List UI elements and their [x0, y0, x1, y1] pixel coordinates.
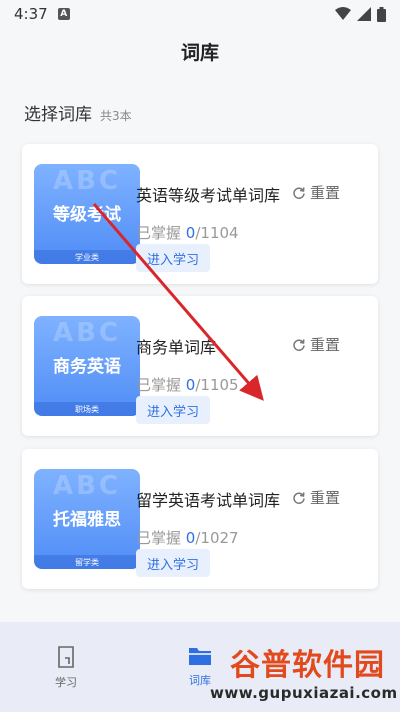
refresh-icon: [293, 491, 305, 504]
progress-value: 0: [185, 529, 196, 547]
progress-total: /1104: [195, 224, 239, 242]
cover-name: 托福雅思: [53, 510, 121, 530]
watermark-logo: 谷普软件园: [230, 648, 385, 683]
tab-learn-label: 学习: [55, 676, 77, 689]
battery-icon: [377, 6, 386, 22]
cover-abc-text: ABC: [52, 318, 122, 348]
cover-category: 职场类: [34, 402, 140, 416]
progress-text: 已掌握 0/1105: [136, 374, 239, 395]
page-title: 词库: [180, 42, 219, 64]
cover-name: 商务英语: [53, 357, 121, 377]
cover-category: 学业类: [34, 250, 140, 264]
progress-label: 已掌握: [136, 224, 182, 242]
reset-label: 重置: [309, 489, 340, 507]
signal-icon: [357, 7, 371, 21]
reset-button[interactable]: 重置: [292, 182, 340, 203]
book-cover: ABC 等级考试 学业类: [34, 164, 140, 264]
reset-label: 重置: [309, 336, 340, 354]
refresh-icon: [293, 186, 305, 199]
progress-value: 0: [185, 376, 196, 394]
progress-label: 已掌握: [136, 529, 182, 547]
notification-icon: A: [57, 8, 70, 20]
study-button[interactable]: 进入学习: [136, 396, 210, 424]
status-time: 4:37: [14, 5, 48, 23]
section-count: 共3本: [100, 109, 132, 123]
book-title: 商务单词库: [136, 338, 217, 357]
progress-total: /1027: [195, 529, 239, 547]
cover-abc-text: ABC: [52, 166, 122, 196]
tab-library-label: 词库: [189, 674, 211, 687]
reset-label: 重置: [309, 184, 340, 202]
study-button[interactable]: 进入学习: [136, 244, 210, 272]
book-title: 英语等级考试单词库: [136, 186, 281, 205]
progress-text: 已掌握 0/1027: [136, 527, 239, 548]
cover-abc-text: ABC: [52, 471, 122, 501]
watermark: 谷普软件园 www.gupuxiazai.com: [210, 640, 398, 708]
watermark-url: www.gupuxiazai.com: [210, 684, 398, 702]
study-button[interactable]: 进入学习: [136, 549, 210, 577]
tab-learn[interactable]: 学习: [36, 646, 96, 690]
doc-icon: [58, 646, 74, 668]
cover-category: 留学类: [34, 555, 140, 569]
folder-icon: [189, 648, 211, 665]
book-card[interactable]: ABC 商务英语 职场类 商务单词库 重置 已掌握 0/1105 进入学习: [22, 296, 378, 436]
wifi-icon: [335, 7, 351, 20]
cover-name: 等级考试: [53, 205, 121, 225]
reset-button[interactable]: 重置: [292, 334, 340, 355]
status-bar: 4:37 A: [0, 0, 400, 28]
book-card[interactable]: ABC 等级考试 学业类 英语等级考试单词库 重置 已掌握 0/1104 进入学…: [22, 144, 378, 284]
progress-total: /1105: [195, 376, 239, 394]
section-title: 选择词库: [24, 105, 92, 125]
progress-label: 已掌握: [136, 376, 182, 394]
section-header: 选择词库 共3本: [24, 100, 132, 125]
progress-value: 0: [185, 224, 196, 242]
book-cover: ABC 托福雅思 留学类: [34, 469, 140, 569]
book-title: 留学英语考试单词库: [136, 491, 281, 510]
refresh-icon: [293, 338, 305, 351]
book-card[interactable]: ABC 托福雅思 留学类 留学英语考试单词库 重置 已掌握 0/1027 进入学…: [22, 449, 378, 589]
reset-button[interactable]: 重置: [292, 487, 340, 508]
progress-text: 已掌握 0/1104: [136, 222, 239, 243]
book-cover: ABC 商务英语 职场类: [34, 316, 140, 416]
